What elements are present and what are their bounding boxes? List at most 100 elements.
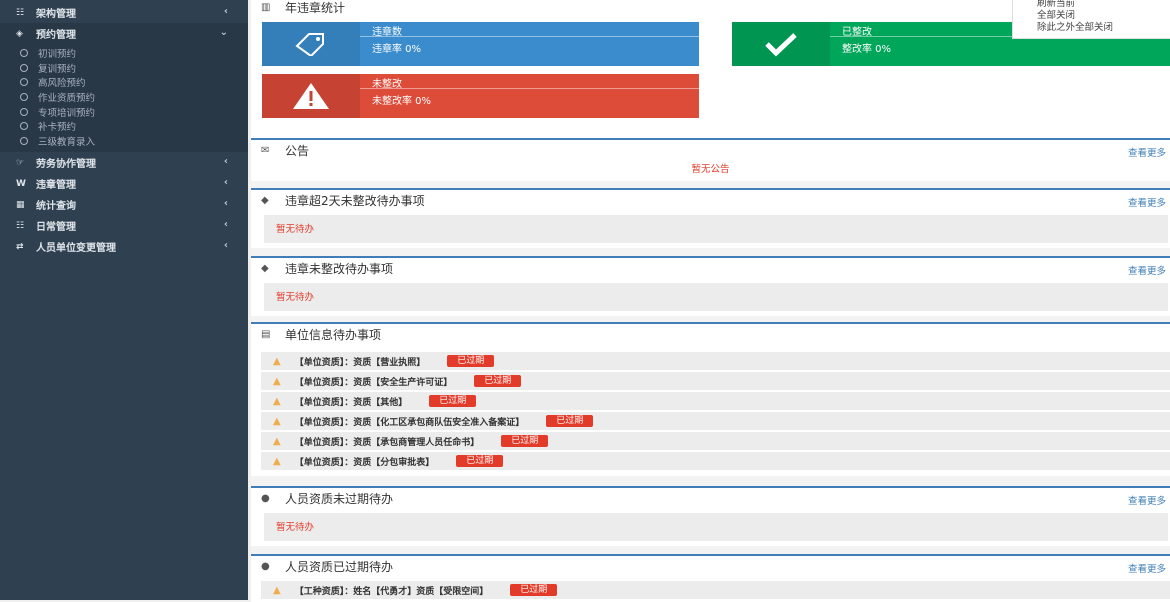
person-expired-more-link[interactable]: 查看更多	[1128, 561, 1166, 575]
menu-item-close-others[interactable]: 除此之外全部关闭	[1013, 22, 1170, 34]
notice-empty: 暂无公告	[251, 160, 1170, 178]
submenu-item-special-training[interactable]: 专项培训预约	[0, 104, 248, 119]
table-icon: ▦	[16, 199, 25, 210]
submenu-item-retraining[interactable]: 复训预约	[0, 61, 248, 76]
notice-more-link[interactable]: 查看更多	[1128, 145, 1166, 159]
list-item-text: 【单位资质】：资质【化工区承包商队伍安全准入备案证】	[294, 417, 525, 428]
sitemap-icon: ☷	[16, 220, 25, 231]
list-item-text: 【单位资质】：资质【承包商管理人员任命书】	[294, 437, 480, 448]
booking-submenu: 初训预约 复训预约 高风险预约 作业资质预约 专项培训预约 补卡预约 三级教育录…	[0, 44, 248, 153]
overdue-panel: ◆ 违章超2天未整改待办事项 查看更多 暂无待办	[251, 188, 1170, 248]
list-item[interactable]: ▲ 【单位资质】：资质【承包商管理人员任命书】 已过期	[261, 432, 1170, 450]
exchange-icon: ⇄	[16, 241, 24, 252]
warning-icon: ▲	[273, 395, 281, 407]
submenu-item-work-qualification[interactable]: 作业资质预约	[0, 90, 248, 105]
card-violations[interactable]: 违章数 违章率 0%	[262, 22, 699, 66]
unit-todo-title: 单位信息待办事项	[285, 327, 382, 342]
user-icon: ●	[261, 560, 270, 572]
sidebar-item-daily[interactable]: ☷ 日常管理 ‹	[0, 215, 248, 236]
chevron-left-icon: ‹	[223, 198, 228, 210]
list-item-text: 【单位资质】：资质【分包审批表】	[294, 457, 435, 468]
list-item[interactable]: ▲ 【单位资质】：资质【安全生产许可证】 已过期	[261, 372, 1170, 390]
submenu-label: 补卡预约	[38, 122, 77, 134]
warning-icon: ▲	[273, 584, 281, 596]
submenu-label: 初训预约	[38, 49, 77, 61]
sidebar-item-label: 人员单位变更管理	[36, 243, 116, 255]
tab-context-menu: 刷新当前 全部关闭 除此之外全部关闭	[1012, 0, 1170, 39]
card-unrectified[interactable]: 未整改 未整改率 0%	[262, 74, 699, 118]
unit-todo-panel: ▤ 单位信息待办事项 ▲ 【单位资质】：资质【营业执照】 已过期 ▲ 【单位资质】：资…	[251, 322, 1170, 476]
divider	[360, 88, 699, 89]
tag-icon: ◆	[261, 194, 269, 206]
sidebar-item-statistics[interactable]: ▦ 统计查询 ‹	[0, 194, 248, 215]
overdue-header: ◆ 违章超2天未整改待办事项 查看更多	[251, 190, 1170, 210]
chevron-left-icon: ‹	[223, 177, 228, 189]
sidebar-item-personnel-change[interactable]: ⇄ 人员单位变更管理 ‹	[0, 236, 248, 257]
circle-icon	[20, 107, 28, 116]
unrectified-more-link[interactable]: 查看更多	[1128, 263, 1166, 277]
submenu-label: 作业资质预约	[38, 93, 96, 105]
circle-icon	[20, 63, 28, 72]
sidebar-item-labor[interactable]: ☞ 劳务协作管理 ‹	[0, 152, 248, 173]
list-item-text: 【单位资质】：资质【营业执照】	[294, 357, 426, 368]
submenu-label: 三级教育录入	[38, 136, 96, 148]
unrectified-panel: ◆ 违章未整改待办事项 查看更多 暂无待办	[251, 256, 1170, 316]
unit-todo-header: ▤ 单位信息待办事项	[251, 324, 1170, 344]
submenu-label: 高风险预约	[38, 78, 86, 90]
submenu-item-initial-training[interactable]: 初训预约	[0, 46, 248, 61]
circle-icon	[20, 78, 28, 87]
handshake-icon: ☞	[16, 157, 25, 168]
list-item[interactable]: ▲ 【工种资质】：姓名【代勇才】资质【受限空间】 已过期	[261, 581, 1170, 599]
sidebar-item-label: 劳务协作管理	[36, 159, 96, 171]
chevron-left-icon: ‹	[223, 156, 228, 168]
unrectified-empty: 暂无待办	[264, 283, 1168, 311]
sidebar-item-violations[interactable]: W 违章管理 ‹	[0, 173, 248, 194]
list-item[interactable]: ▲ 【单位资质】：资质【化工区承包商队伍安全准入备案证】 已过期	[261, 412, 1170, 430]
list-item-text: 【单位资质】：资质【其他】	[294, 397, 408, 408]
status-badge: 已过期	[456, 455, 504, 467]
status-badge: 已过期	[429, 395, 477, 407]
cube-icon: ◈	[16, 28, 23, 39]
submenu-item-three-level-education[interactable]: 三级教育录入	[0, 134, 248, 149]
sidebar-item-label: 日常管理	[36, 222, 76, 234]
menu-item-refresh-current[interactable]: 刷新当前	[1013, 0, 1170, 10]
list-item-text: 【单位资质】：资质【安全生产许可证】	[294, 377, 453, 388]
notice-header: ✉ 公告 查看更多	[251, 140, 1170, 160]
warning-icon: ▲	[273, 435, 281, 447]
user-icon: ●	[261, 492, 270, 504]
sidebar: ☷ 架构管理 ‹ ◈ 预约管理 ⌄ 初训预约 复训预约 高风险预约 作业资质预约…	[0, 0, 248, 600]
person-valid-empty-text: 暂无待办	[276, 522, 315, 533]
notice-title: 公告	[285, 143, 310, 158]
submenu-item-card-replacement[interactable]: 补卡预约	[0, 119, 248, 134]
sidebar-item-booking[interactable]: ◈ 预约管理 ⌄	[0, 23, 248, 44]
tag-icon: ◆	[261, 262, 269, 274]
overdue-more-link[interactable]: 查看更多	[1128, 195, 1166, 209]
sidebar-item-label: 统计查询	[36, 201, 76, 213]
submenu-label: 专项培训预约	[38, 107, 96, 119]
list-item[interactable]: ▲ 【单位资质】：资质【营业执照】 已过期	[261, 352, 1170, 370]
weibo-icon: W	[16, 178, 26, 189]
chevron-left-icon: ‹	[223, 219, 228, 231]
list-alt-icon: ▤	[261, 328, 271, 340]
sidebar-item-label: 预约管理	[36, 30, 76, 41]
status-badge: 已过期	[474, 375, 522, 387]
submenu-item-high-risk[interactable]: 高风险预约	[0, 75, 248, 90]
sidebar-item-architecture[interactable]: ☷ 架构管理 ‹	[0, 2, 248, 23]
submenu-label: 复训预约	[38, 63, 77, 75]
status-badge: 已过期	[546, 415, 594, 427]
circle-icon	[20, 49, 28, 58]
warning-icon: ▲	[273, 415, 281, 427]
notice-empty-text: 暂无公告	[691, 164, 730, 175]
list-item[interactable]: ▲ 【单位资质】：资质【其他】 已过期	[261, 392, 1170, 410]
tag-icon	[262, 22, 360, 66]
check-icon	[732, 22, 830, 66]
person-expired-title: 人员资质已过期待办	[285, 559, 394, 574]
list-item[interactable]: ▲ 【单位资质】：资质【分包审批表】 已过期	[261, 452, 1170, 470]
status-badge: 已过期	[510, 584, 558, 596]
menu-item-close-all[interactable]: 全部关闭	[1013, 10, 1170, 22]
list-item-text: 【工种资质】：姓名【代勇才】资质【受限空间】	[294, 586, 489, 597]
person-valid-more-link[interactable]: 查看更多	[1128, 493, 1166, 507]
chevron-down-icon: ⌄	[219, 27, 228, 38]
overdue-empty-text: 暂无待办	[276, 224, 315, 235]
card-text: 未整改 未整改率 0%	[360, 74, 699, 118]
